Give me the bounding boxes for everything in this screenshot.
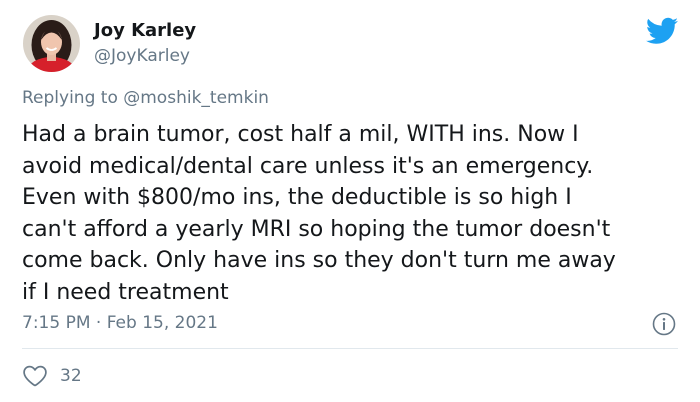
like-count: 32 [60, 366, 82, 386]
replying-to: Replying to @moshik_temkin [22, 88, 269, 108]
twitter-bird-icon[interactable] [646, 17, 678, 45]
display-name[interactable]: Joy Karley [94, 20, 196, 41]
tweet-text-line: come back. Only have ins so they don't t… [22, 248, 616, 273]
tweet-text-line: avoid medical/dental care unless it's an… [22, 153, 594, 179]
avatar[interactable] [23, 15, 80, 72]
info-icon[interactable] [652, 312, 676, 336]
tweet-text-line: can't afford a yearly MRI so hoping the … [22, 216, 611, 242]
tweet-text-line: Had a brain tumor, cost half a mil, WITH… [22, 122, 579, 147]
heart-icon [23, 365, 47, 387]
user-handle[interactable]: @JoyKarley [94, 46, 190, 66]
reply-mention-link[interactable]: @moshik_temkin [123, 88, 269, 108]
avatar-photo [23, 15, 80, 72]
divider [22, 348, 678, 349]
tweet-timestamp[interactable]: 7:15 PM · Feb 15, 2021 [22, 313, 218, 333]
like-button[interactable]: 32 [22, 364, 82, 388]
tweet-text: Had a brain tumor, cost half a mil, WITH… [22, 119, 692, 308]
replying-to-label: Replying to [22, 88, 118, 108]
tweet-text-line: if I need treatment [22, 279, 229, 305]
tweet-text-line: Even with $800/mo ins, the deductible is… [22, 185, 572, 210]
